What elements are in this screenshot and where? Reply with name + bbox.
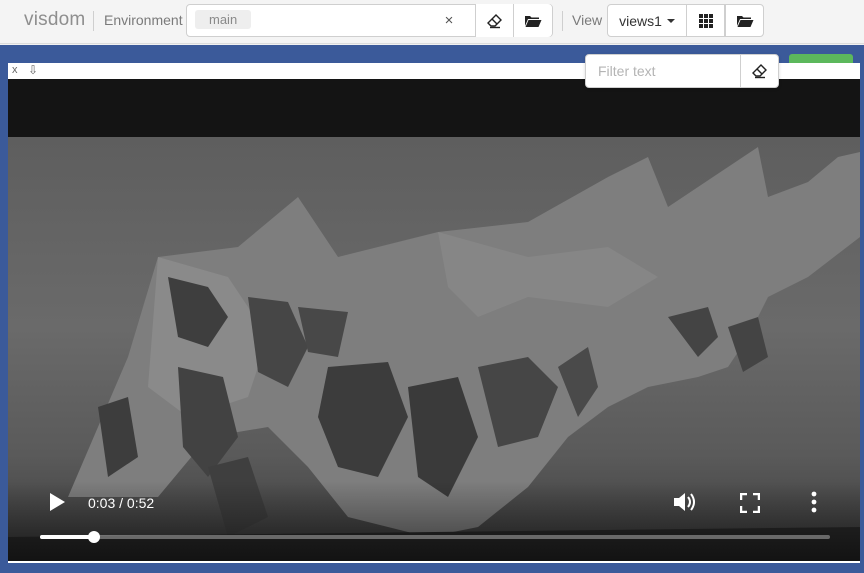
- video-controls-shade: [8, 481, 860, 561]
- navbar-divider: [93, 11, 94, 31]
- play-icon[interactable]: [50, 493, 65, 511]
- more-options-icon[interactable]: [810, 491, 818, 513]
- environment-selector[interactable]: main ×: [186, 4, 553, 37]
- environment-label: Environment: [104, 12, 183, 28]
- open-view-folder-button[interactable]: [725, 4, 764, 37]
- clear-env-eraser-button[interactable]: [475, 4, 514, 37]
- views-dropdown[interactable]: views1: [607, 4, 687, 37]
- filter-text-input[interactable]: [586, 55, 741, 87]
- fullscreen-icon[interactable]: [740, 493, 760, 513]
- video-pane[interactable]: x ⇩ 0:03 / 0:52: [8, 63, 860, 563]
- eraser-icon: [751, 64, 767, 79]
- video-progress-thumb[interactable]: [87, 531, 100, 543]
- clear-filter-button[interactable]: [740, 55, 778, 87]
- chevron-down-icon: [666, 18, 675, 23]
- views-dropdown-label: views1: [619, 12, 662, 29]
- folder-open-icon: [736, 15, 753, 27]
- pane-close-button[interactable]: x: [12, 64, 18, 76]
- video-progress-bar[interactable]: [40, 531, 830, 543]
- grid-icon: [698, 13, 713, 28]
- layout-grid-button[interactable]: [686, 4, 725, 37]
- eraser-icon: [487, 13, 502, 28]
- app-brand: visdom: [24, 9, 86, 30]
- environment-tag-main[interactable]: main: [195, 10, 252, 29]
- clear-environment-button[interactable]: ×: [439, 11, 459, 31]
- navbar-divider: [562, 11, 563, 31]
- view-label: View: [572, 12, 603, 28]
- pane-download-button[interactable]: ⇩: [28, 63, 38, 77]
- volume-icon[interactable]: [672, 491, 700, 513]
- video-time-display: 0:03 / 0:52: [88, 495, 155, 511]
- video-progress-fill: [40, 535, 94, 539]
- top-navbar: visdom Environment main × View views1: [0, 0, 864, 44]
- folder-open-icon: [525, 15, 542, 27]
- open-env-folder-button[interactable]: [513, 4, 552, 37]
- filter-text-box: [585, 54, 779, 88]
- video-player[interactable]: 0:03 / 0:52: [8, 79, 860, 561]
